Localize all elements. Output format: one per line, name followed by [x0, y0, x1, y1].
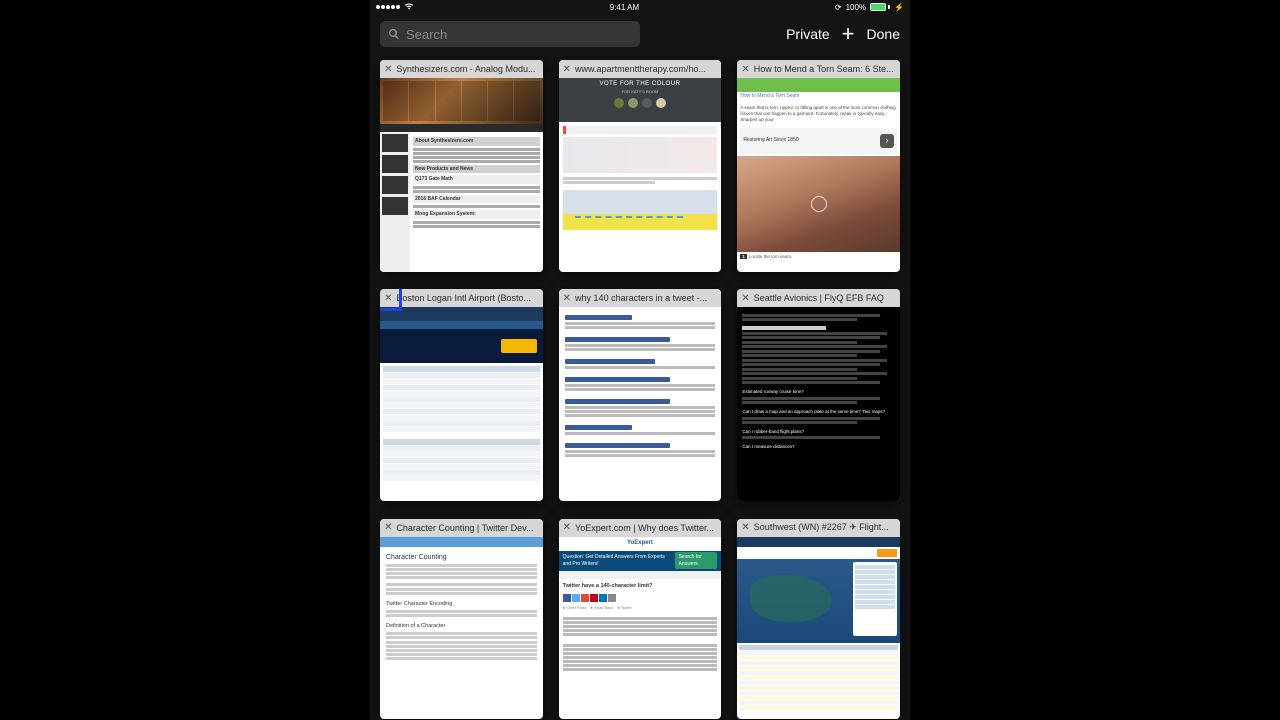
- tab-header: ✕ Synthesizers.com - Analog Modu...: [380, 60, 543, 78]
- tab-title: Synthesizers.com - Analog Modu...: [396, 64, 538, 74]
- tab-header: ✕ YoExpert.com | Why does Twitter...: [559, 519, 722, 537]
- tab-grid: ✕ Synthesizers.com - Analog Modu... Abou…: [370, 54, 910, 720]
- tab-card[interactable]: ✕ Boston Logan Intl Airport (Bosto...: [380, 289, 543, 501]
- close-tab-button[interactable]: ✕: [563, 522, 571, 533]
- tutorial-highlight: [380, 289, 402, 311]
- tab-thumbnail: How to Mend a Torn Seam A seam that is t…: [737, 78, 900, 272]
- tab-title: YoExpert.com | Why does Twitter...: [575, 523, 717, 533]
- tab-header: ✕ Boston Logan Intl Airport (Bosto...: [380, 289, 543, 307]
- tab-card[interactable]: ✕ Character Counting | Twitter Dev... Ch…: [380, 519, 543, 719]
- status-time: 9:41 AM: [610, 3, 639, 12]
- close-tab-button[interactable]: ✕: [741, 522, 749, 533]
- close-tab-button[interactable]: ✕: [563, 64, 571, 75]
- ipad-frame: 9:41 AM ⟳ 100% ⚡ Search Private + Done ✕…: [370, 0, 910, 720]
- close-tab-button[interactable]: ✕: [741, 293, 749, 304]
- tab-thumbnail: VOTE FOR THE COLOUR FOR KATY'S ROOM: [559, 78, 722, 272]
- tab-thumbnail: [380, 307, 543, 501]
- charging-icon: ⚡: [894, 3, 904, 12]
- tab-overview-toolbar: Search Private + Done: [370, 14, 910, 54]
- battery-percent: 100%: [846, 3, 866, 12]
- tab-thumbnail: [737, 537, 900, 719]
- tab-thumbnail: Estimated runway cruise time? Can I draw…: [737, 307, 900, 501]
- tab-thumbnail: [559, 307, 722, 501]
- tab-thumbnail: Character Counting Twitter Character Enc…: [380, 537, 543, 719]
- search-placeholder: Search: [406, 27, 447, 42]
- tab-card[interactable]: ✕ Southwest (WN) #2267 ✈ Flight...: [737, 519, 900, 719]
- done-button[interactable]: Done: [867, 26, 900, 42]
- tab-card[interactable]: ✕ YoExpert.com | Why does Twitter... YoE…: [559, 519, 722, 719]
- tab-header: ✕ Southwest (WN) #2267 ✈ Flight...: [737, 519, 900, 537]
- tab-title: why 140 characters in a tweet -...: [575, 293, 717, 303]
- tab-title: Seattle Avionics | FlyQ EFB FAQ: [754, 293, 896, 303]
- search-icon: [388, 28, 400, 40]
- tab-header: ✕ why 140 characters in a tweet -...: [559, 289, 722, 307]
- battery-icon: [870, 3, 890, 11]
- tab-card[interactable]: ✕ Synthesizers.com - Analog Modu... Abou…: [380, 60, 543, 272]
- close-tab-button[interactable]: ✕: [384, 64, 392, 75]
- tab-thumbnail: YoExpert Question: Get Detailed Answers …: [559, 537, 722, 719]
- signal-strength-icon: [376, 5, 400, 9]
- wifi-icon: [404, 2, 414, 12]
- tab-thumbnail: About Synthesizers.com New Products and …: [380, 78, 543, 272]
- tab-header: ✕ How to Mend a Torn Seam: 6 Ste...: [737, 60, 900, 78]
- orientation-lock-icon: ⟳: [835, 3, 842, 12]
- status-bar: 9:41 AM ⟳ 100% ⚡: [370, 0, 910, 14]
- close-tab-button[interactable]: ✕: [741, 64, 749, 75]
- close-tab-button[interactable]: ✕: [563, 293, 571, 304]
- tab-header: ✕ Seattle Avionics | FlyQ EFB FAQ: [737, 289, 900, 307]
- tab-card[interactable]: ✕ How to Mend a Torn Seam: 6 Ste... How …: [737, 60, 900, 272]
- tab-title: Southwest (WN) #2267 ✈ Flight...: [754, 522, 896, 533]
- tab-title: Character Counting | Twitter Dev...: [396, 523, 538, 533]
- search-field[interactable]: Search: [380, 21, 640, 47]
- private-button[interactable]: Private: [786, 26, 830, 42]
- tab-title: How to Mend a Torn Seam: 6 Ste...: [754, 64, 896, 74]
- tab-card[interactable]: ✕ why 140 characters in a tweet -...: [559, 289, 722, 501]
- tab-card[interactable]: ✕ www.apartmenttherapy.com/ho... VOTE FO…: [559, 60, 722, 272]
- new-tab-button[interactable]: +: [842, 23, 855, 45]
- tab-card[interactable]: ✕ Seattle Avionics | FlyQ EFB FAQ Estima…: [737, 289, 900, 501]
- tab-header: ✕ www.apartmenttherapy.com/ho...: [559, 60, 722, 78]
- close-tab-button[interactable]: ✕: [384, 522, 392, 533]
- tab-title: www.apartmenttherapy.com/ho...: [575, 64, 717, 74]
- tab-header: ✕ Character Counting | Twitter Dev...: [380, 519, 543, 537]
- tab-title: Boston Logan Intl Airport (Bosto...: [396, 293, 538, 303]
